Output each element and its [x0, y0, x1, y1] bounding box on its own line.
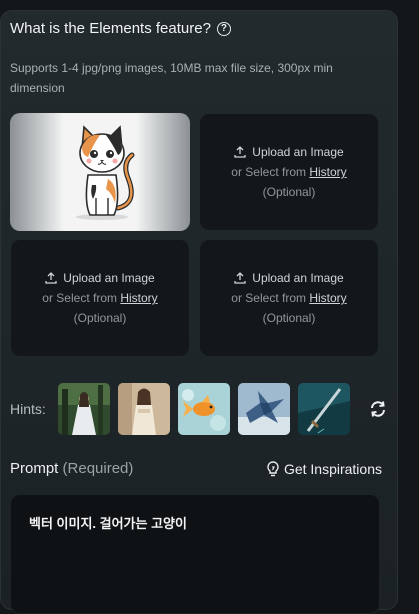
upload-label: Upload an Image: [63, 271, 155, 285]
prompt-text: 벡터 이미지. 걸어가는 고양이: [29, 516, 187, 531]
help-icon[interactable]: ?: [216, 21, 231, 36]
or-select-label: or Select from: [42, 291, 117, 305]
hint-thumbnail-woman-forest[interactable]: [57, 383, 110, 435]
upload-requirements: Supports 1-4 jpg/png images, 10MB max fi…: [10, 61, 333, 95]
prompt-label-text: Prompt: [10, 460, 59, 477]
optional-label: (Optional): [73, 311, 127, 325]
hint-thumbnail-goldfish[interactable]: [177, 383, 230, 435]
or-select-label: or Select from: [231, 291, 306, 305]
elements-title-row: What is the Elements feature? ?: [10, 20, 231, 37]
history-link[interactable]: History: [309, 291, 346, 305]
prompt-header: Prompt (Required) Get Inspirations: [10, 460, 382, 477]
hint-thumbnail-dragon[interactable]: [237, 383, 290, 435]
lightbulb-icon: [267, 460, 279, 476]
upload-line: Upload an Image: [45, 268, 155, 288]
upload-label: Upload an Image: [252, 271, 344, 285]
upload-label: Upload an Image: [252, 145, 344, 159]
optional-label: (Optional): [262, 311, 316, 325]
select-from-history-line: or Select from History: [231, 162, 346, 182]
cat-illustration-image: [76, 125, 135, 220]
history-link[interactable]: History: [309, 165, 346, 179]
element-slot-1[interactable]: [10, 113, 190, 231]
upload-line: Upload an Image: [234, 142, 344, 162]
element-slot-3[interactable]: Upload an Image or Select from History (…: [10, 239, 190, 357]
hints-label: Hints:: [10, 401, 46, 417]
get-inspirations-label: Get Inspirations: [283, 460, 382, 477]
hint-thumbnail-sword[interactable]: [297, 383, 350, 435]
prompt-input[interactable]: 벡터 이미지. 걸어가는 고양이: [10, 494, 380, 614]
upload-icon: [234, 272, 246, 284]
prompt-label: Prompt (Required): [10, 460, 133, 477]
element-slot-4[interactable]: Upload an Image or Select from History (…: [199, 239, 379, 357]
element-slot-2[interactable]: Upload an Image or Select from History (…: [199, 113, 379, 231]
hints-row: Hints:: [10, 383, 390, 435]
select-from-history-line: or Select from History: [231, 288, 346, 308]
prompt-required-label: (Required): [62, 460, 134, 477]
get-inspirations-button[interactable]: Get Inspirations: [266, 461, 382, 477]
optional-label: (Optional): [262, 185, 316, 199]
page-title: What is the Elements feature?: [10, 20, 211, 37]
upload-icon: [45, 272, 57, 284]
or-select-label: or Select from: [231, 165, 306, 179]
history-link[interactable]: History: [120, 291, 157, 305]
refresh-hints-button[interactable]: [366, 397, 390, 421]
hint-thumbnail-woman-dress[interactable]: [117, 383, 170, 435]
upload-line: Upload an Image: [234, 268, 344, 288]
refresh-icon: [370, 401, 385, 417]
upload-icon: [234, 146, 246, 158]
select-from-history-line: or Select from History: [42, 288, 157, 308]
